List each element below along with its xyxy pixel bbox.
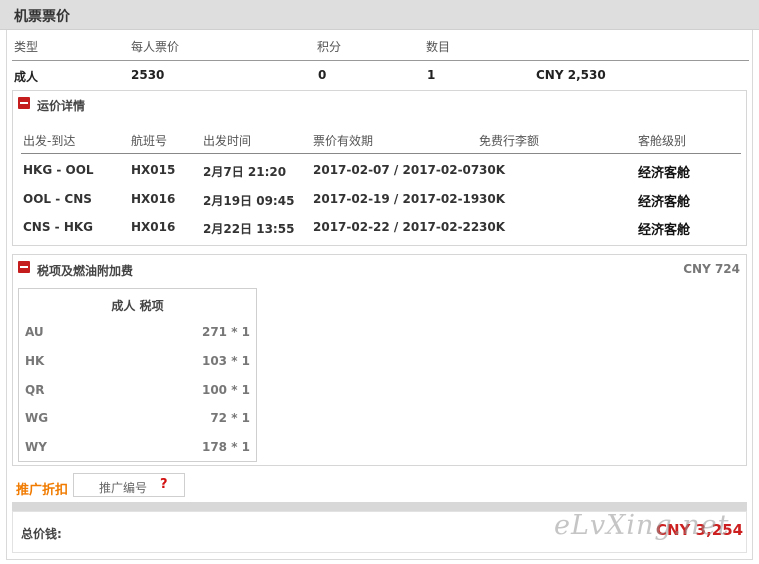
adult-subtotal: CNY 2,530 [536, 68, 606, 82]
collapse-fare-details-icon[interactable] [18, 97, 30, 109]
fare-table-divider [12, 60, 749, 61]
help-icon[interactable]: ? [160, 477, 168, 492]
tax-amount: 178 * 1 [201, 440, 250, 454]
cabin-class: 经济客舱 [638, 195, 691, 210]
watermark: eLvXing.net [554, 510, 730, 541]
taxes-title[interactable]: 税项及燃油附加费 [37, 262, 133, 279]
col-cabin: 客舱级别 [638, 134, 687, 148]
promo-placeholder: 推广编号 [99, 481, 148, 495]
collapse-taxes-icon[interactable] [18, 261, 30, 273]
total-label: 总价钱: [21, 527, 62, 541]
fare-table-header: 类型 每人票价 积分 数目 [0, 38, 759, 54]
cabin-class: 经济客舱 [638, 223, 691, 238]
promo-code-input[interactable]: 推广编号 ? [73, 473, 185, 497]
flight-number: HX015 [131, 163, 176, 177]
route: CNS - HKG [23, 220, 94, 234]
adult-points: 0 [318, 68, 327, 82]
col-points: 积分 [317, 40, 342, 54]
tax-code: WG [25, 411, 49, 425]
col-depart: 出发时间 [203, 134, 252, 148]
fare-row-adult: 成人 2530 0 1 CNY 2,530 [0, 68, 759, 84]
promo-label: 推广折扣 [16, 483, 69, 498]
adult-price: 2530 [131, 68, 165, 82]
taxes-total: CNY 724 [683, 262, 740, 276]
page-header: 机票票价 [0, 0, 759, 30]
tax-code: WY [25, 440, 47, 454]
tax-box-title: 成人 税项 [111, 299, 164, 313]
fare-details-title[interactable]: 运价详情 [37, 97, 85, 114]
col-flight: 航班号 [131, 134, 168, 148]
flight-number: HX016 [131, 192, 176, 206]
route: OOL - CNS [23, 192, 92, 206]
col-type: 类型 [14, 40, 39, 54]
taxes-section: 税项及燃油附加费 CNY 724 成人 税项 AU 271 * 1 HK 103… [12, 254, 747, 466]
fare-validity: 2017-02-22 / 2017-02-22 [313, 220, 480, 234]
fare-validity: 2017-02-19 / 2017-02-19 [313, 192, 480, 206]
depart-time: 2月19日 09:45 [203, 194, 295, 208]
col-price: 每人票价 [131, 40, 180, 54]
col-route: 出发-到达 [23, 134, 76, 148]
tax-code: HK [25, 354, 45, 368]
fare-details-section: 运价详情 出发-到达 航班号 出发时间 票价有效期 免费行李额 客舱级别 HKG… [12, 90, 747, 246]
tax-code: QR [25, 383, 45, 397]
route: HKG - OOL [23, 163, 94, 177]
fare-details-divider [21, 153, 741, 154]
adult-tax-box: 成人 税项 AU 271 * 1 HK 103 * 1 QR 100 * 1 W… [18, 288, 257, 462]
cabin-class: 经济客舱 [638, 166, 691, 181]
col-baggage: 免费行李额 [479, 134, 540, 148]
tax-amount: 100 * 1 [201, 383, 250, 397]
tax-amount: 103 * 1 [201, 354, 250, 368]
adult-type: 成人 [14, 70, 39, 84]
tax-amount: 72 * 1 [210, 411, 250, 425]
tax-code: AU [25, 325, 44, 339]
col-count: 数目 [426, 40, 451, 54]
tax-amount: 271 * 1 [201, 325, 250, 339]
depart-time: 2月7日 21:20 [203, 165, 287, 179]
adult-count: 1 [427, 68, 436, 82]
baggage: 30K [479, 163, 505, 177]
flight-number: HX016 [131, 220, 176, 234]
fare-validity: 2017-02-07 / 2017-02-07 [313, 163, 480, 177]
baggage: 30K [479, 192, 505, 206]
col-validity: 票价有效期 [313, 134, 374, 148]
baggage: 30K [479, 220, 505, 234]
depart-time: 2月22日 13:55 [203, 222, 295, 236]
page-title: 机票票价 [14, 9, 70, 25]
